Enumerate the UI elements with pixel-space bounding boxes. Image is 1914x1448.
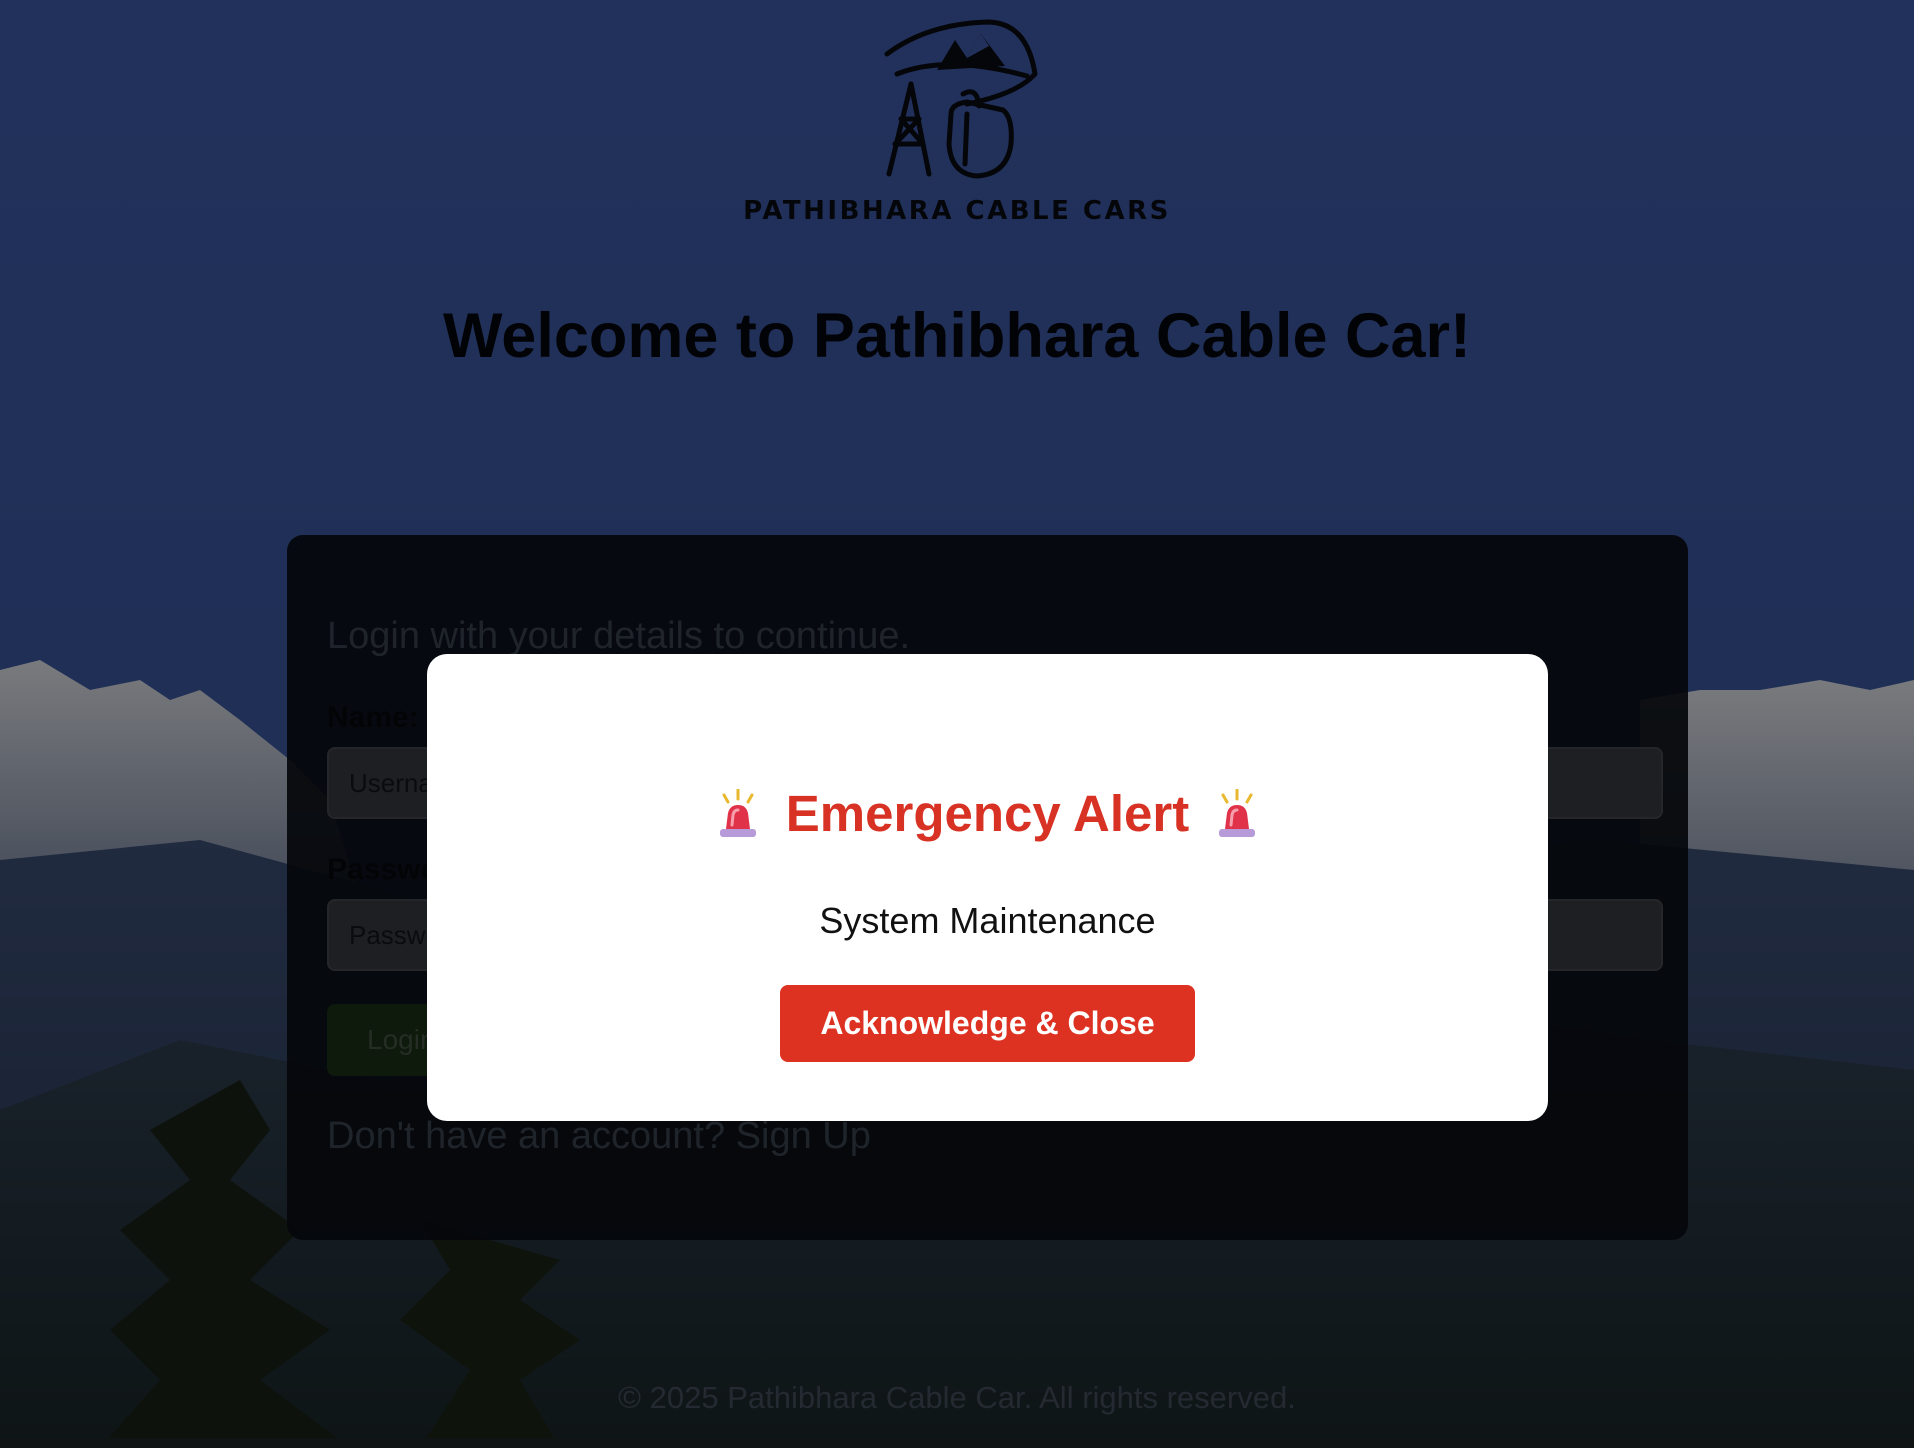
siren-icon <box>719 788 756 837</box>
acknowledge-close-button[interactable]: Acknowledge & Close <box>780 985 1195 1062</box>
emergency-alert-modal: Emergency Alert System Maintenance Ackno… <box>427 654 1548 1121</box>
modal-message: System Maintenance <box>819 900 1156 941</box>
siren-icon <box>1219 788 1256 837</box>
modal-title-row: Emergency Alert <box>427 784 1548 843</box>
modal-title: Emergency Alert <box>785 785 1190 842</box>
